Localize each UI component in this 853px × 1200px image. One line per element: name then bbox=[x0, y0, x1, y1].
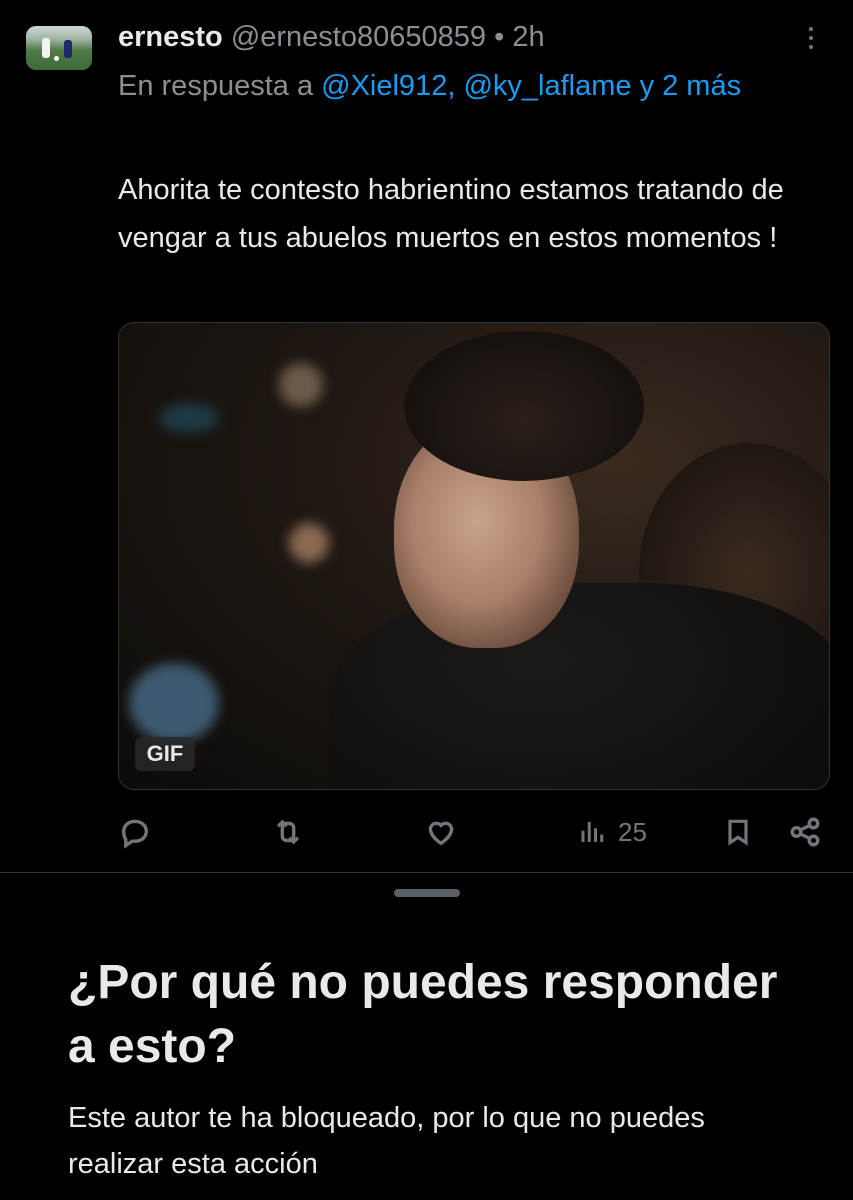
avatar-player-white bbox=[42, 38, 50, 58]
like-button[interactable] bbox=[424, 808, 458, 856]
tweet[interactable]: ernesto @ernesto80650859 • 2h En respues… bbox=[0, 0, 853, 872]
author-name[interactable]: ernesto bbox=[118, 21, 223, 53]
bokeh-light bbox=[289, 523, 329, 563]
tweet-text: Ahorita te contesto habrientino estamos … bbox=[118, 174, 784, 254]
tweet-header: ernesto @ernesto80650859 • 2h bbox=[118, 18, 545, 56]
avatar-player-blue bbox=[64, 40, 72, 58]
sheet-body: Este autor te ha bloqueado, por lo que n… bbox=[68, 1102, 705, 1180]
bottom-sheet: ¿Por qué no puedes responder a esto? Est… bbox=[0, 873, 853, 1200]
bokeh-light bbox=[159, 403, 219, 433]
reply-bubble-icon bbox=[121, 819, 149, 849]
sheet-drag-handle[interactable] bbox=[394, 889, 460, 897]
sheet-title: ¿Por qué no puedes responder a esto? bbox=[68, 956, 778, 1073]
hair bbox=[404, 331, 644, 481]
tweet-time[interactable]: 2h bbox=[512, 21, 544, 53]
share-button[interactable] bbox=[788, 808, 822, 856]
mention-link-more[interactable]: @ky_laflame y 2 más bbox=[463, 70, 741, 102]
reply-prefix: En respuesta a bbox=[118, 70, 314, 102]
bookmark-button[interactable] bbox=[722, 808, 754, 856]
reply-button[interactable] bbox=[118, 808, 152, 856]
tweet-actions: 25 bbox=[118, 808, 838, 856]
mention-link[interactable]: @Xiel912, bbox=[321, 70, 455, 102]
avatar-ball bbox=[54, 56, 59, 61]
heart-icon bbox=[428, 821, 454, 846]
retweet-button[interactable] bbox=[270, 808, 306, 856]
tweet-media-gif[interactable]: GIF bbox=[118, 322, 830, 790]
views-button[interactable]: 25 bbox=[578, 808, 647, 856]
bokeh-light bbox=[279, 363, 323, 407]
avatar[interactable] bbox=[26, 26, 92, 70]
reply-context: En respuesta a @Xiel912, @ky_laflame y 2… bbox=[118, 64, 808, 108]
jacket bbox=[329, 583, 829, 789]
share-icon bbox=[790, 817, 820, 847]
author-handle[interactable]: @ernesto80650859 bbox=[231, 21, 486, 53]
bookmark-icon bbox=[728, 819, 748, 846]
retweet-icon bbox=[276, 819, 300, 845]
views-count: 25 bbox=[618, 816, 647, 847]
bar-chart-icon bbox=[581, 822, 604, 842]
gif-badge: GIF bbox=[135, 737, 195, 771]
more-vertical-icon[interactable] bbox=[806, 24, 816, 52]
bokeh-light bbox=[129, 663, 219, 743]
header-separator: • bbox=[494, 21, 505, 53]
